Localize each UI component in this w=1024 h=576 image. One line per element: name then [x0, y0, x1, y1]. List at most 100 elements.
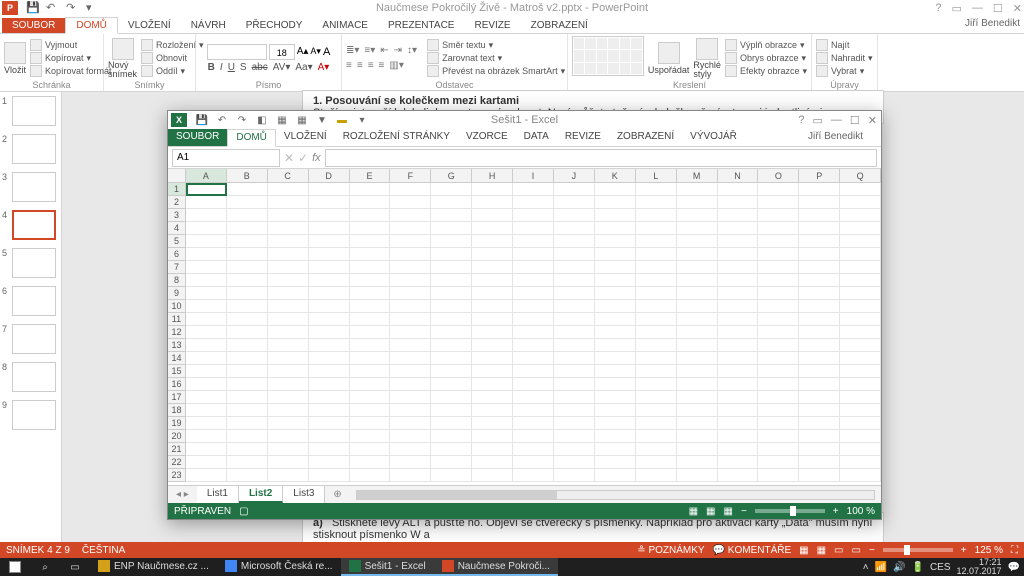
col-header-L[interactable]: L [636, 169, 677, 182]
cell-J21[interactable] [554, 443, 595, 456]
font-family-combo[interactable] [207, 44, 267, 60]
xl-zoom-in[interactable]: + [833, 506, 839, 517]
shadow-button[interactable]: S [240, 62, 247, 73]
cell-P15[interactable] [799, 365, 840, 378]
cell-I15[interactable] [513, 365, 554, 378]
cell-Q6[interactable] [840, 248, 881, 261]
xl-redo-icon[interactable]: ↷ [235, 113, 249, 127]
cell-N9[interactable] [718, 287, 759, 300]
cell-L11[interactable] [636, 313, 677, 326]
cell-O2[interactable] [758, 196, 799, 209]
cell-Q15[interactable] [840, 365, 881, 378]
ribbon-options-icon[interactable]: ▭ [952, 2, 962, 15]
cell-C11[interactable] [268, 313, 309, 326]
cell-C2[interactable] [268, 196, 309, 209]
sheet-nav[interactable]: ◂ ▸ [168, 489, 197, 500]
cell-M22[interactable] [677, 456, 718, 469]
row-header-19[interactable]: 19 [168, 417, 186, 430]
shrink-font-icon[interactable]: A▾ [310, 46, 321, 57]
cell-L5[interactable] [636, 235, 677, 248]
xl-qat-icon-3[interactable]: ▦ [295, 113, 309, 127]
cell-L2[interactable] [636, 196, 677, 209]
strike-button[interactable]: abc [252, 62, 268, 73]
cell-I14[interactable] [513, 352, 554, 365]
cell-N5[interactable] [718, 235, 759, 248]
cell-A14[interactable] [186, 352, 227, 365]
fx-icon[interactable]: fx [312, 152, 321, 164]
cell-Q18[interactable] [840, 404, 881, 417]
cell-J13[interactable] [554, 339, 595, 352]
cell-H2[interactable] [472, 196, 513, 209]
cell-O14[interactable] [758, 352, 799, 365]
cell-C8[interactable] [268, 274, 309, 287]
cell-M12[interactable] [677, 326, 718, 339]
cell-G3[interactable] [431, 209, 472, 222]
row-header-21[interactable]: 21 [168, 443, 186, 456]
spacing-button[interactable]: AV▾ [273, 62, 291, 73]
row-header-16[interactable]: 16 [168, 378, 186, 391]
bold-button[interactable]: B [208, 62, 215, 73]
cell-K15[interactable] [595, 365, 636, 378]
cell-K17[interactable] [595, 391, 636, 404]
cell-G10[interactable] [431, 300, 472, 313]
cell-H16[interactable] [472, 378, 513, 391]
cell-I2[interactable] [513, 196, 554, 209]
align-right-icon[interactable]: ≡ [368, 60, 374, 71]
cell-F22[interactable] [390, 456, 431, 469]
cell-F12[interactable] [390, 326, 431, 339]
cell-I19[interactable] [513, 417, 554, 430]
cell-M23[interactable] [677, 469, 718, 482]
cell-I12[interactable] [513, 326, 554, 339]
cell-P6[interactable] [799, 248, 840, 261]
cell-Q5[interactable] [840, 235, 881, 248]
cell-N14[interactable] [718, 352, 759, 365]
cell-E2[interactable] [350, 196, 391, 209]
cell-Q23[interactable] [840, 469, 881, 482]
cell-K10[interactable] [595, 300, 636, 313]
cell-D12[interactable] [309, 326, 350, 339]
cell-D4[interactable] [309, 222, 350, 235]
line-spacing-icon[interactable]: ↕▾ [407, 45, 417, 56]
select-all-corner[interactable] [168, 169, 186, 182]
cell-K6[interactable] [595, 248, 636, 261]
xl-close-icon[interactable]: ✕ [868, 114, 877, 127]
cell-K19[interactable] [595, 417, 636, 430]
cell-F7[interactable] [390, 261, 431, 274]
cell-A16[interactable] [186, 378, 227, 391]
cell-D9[interactable] [309, 287, 350, 300]
cell-I10[interactable] [513, 300, 554, 313]
cell-I7[interactable] [513, 261, 554, 274]
cell-C3[interactable] [268, 209, 309, 222]
cell-A9[interactable] [186, 287, 227, 300]
sorter-view-icon[interactable]: ▦ [817, 545, 826, 556]
cell-J2[interactable] [554, 196, 595, 209]
text-direction-button[interactable]: Směr textu ▾ [427, 39, 565, 51]
cell-P21[interactable] [799, 443, 840, 456]
cell-M14[interactable] [677, 352, 718, 365]
cell-G6[interactable] [431, 248, 472, 261]
cell-Q10[interactable] [840, 300, 881, 313]
slide-thumbnail-8[interactable]: 8 [0, 358, 61, 396]
cell-M19[interactable] [677, 417, 718, 430]
shapes-gallery[interactable] [572, 36, 644, 76]
cell-G20[interactable] [431, 430, 472, 443]
cell-K4[interactable] [595, 222, 636, 235]
cell-N2[interactable] [718, 196, 759, 209]
underline-button[interactable]: U [228, 62, 235, 73]
cell-Q3[interactable] [840, 209, 881, 222]
cell-F8[interactable] [390, 274, 431, 287]
select-button[interactable]: Vybrat ▾ [816, 65, 873, 77]
sheet-tab-List3[interactable]: List3 [283, 486, 325, 503]
cell-O8[interactable] [758, 274, 799, 287]
cell-N16[interactable] [718, 378, 759, 391]
xl-qat-icon-4[interactable]: ▬ [335, 113, 349, 127]
cell-L10[interactable] [636, 300, 677, 313]
cell-A17[interactable] [186, 391, 227, 404]
cell-D19[interactable] [309, 417, 350, 430]
cell-G23[interactable] [431, 469, 472, 482]
cell-B1[interactable] [227, 183, 268, 196]
row-header-13[interactable]: 13 [168, 339, 186, 352]
close-icon[interactable]: ✕ [1013, 2, 1022, 15]
cell-P5[interactable] [799, 235, 840, 248]
cell-K20[interactable] [595, 430, 636, 443]
